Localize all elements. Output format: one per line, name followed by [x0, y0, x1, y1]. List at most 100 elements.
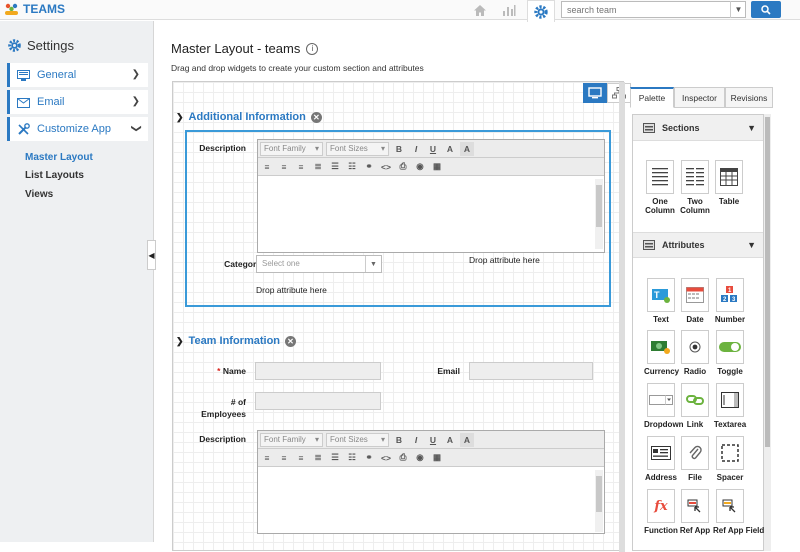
underline-icon[interactable]: U	[426, 433, 440, 447]
highlight-color-icon[interactable]: A	[460, 141, 474, 156]
info-icon[interactable]: i	[306, 42, 319, 55]
widget-textarea[interactable]: Textarea	[713, 383, 747, 429]
font-size-select[interactable]: Font Sizes ▾	[326, 432, 389, 447]
sidebar-subitem-views[interactable]: Views	[25, 189, 53, 200]
print-icon[interactable]: ⎙	[396, 160, 410, 174]
font-family-select[interactable]: Font Family ▾	[260, 141, 323, 156]
employees-input[interactable]	[255, 392, 381, 410]
widget-date[interactable]: Date	[678, 278, 712, 324]
preview-icon[interactable]: ◉	[413, 160, 427, 174]
widget-label: Toggle	[717, 367, 743, 376]
numbered-list-icon[interactable]: ☷	[345, 160, 359, 174]
widget-table[interactable]: Table	[712, 160, 746, 206]
code-icon[interactable]: <>	[379, 160, 393, 174]
name-input[interactable]	[255, 362, 381, 380]
sections-header[interactable]: Sections ▼	[633, 115, 763, 141]
widget-link[interactable]: Link	[678, 383, 712, 429]
widget-two-column[interactable]: Two Column	[678, 160, 712, 215]
underline-icon[interactable]: U	[426, 142, 440, 156]
svg-text:T: T	[654, 290, 660, 300]
align-left-icon[interactable]: ≡	[260, 160, 274, 174]
code-icon[interactable]: <>	[379, 451, 393, 465]
sidebar-item-general[interactable]: General ❯	[7, 63, 148, 87]
bold-icon[interactable]: B	[392, 433, 406, 447]
font-color-icon[interactable]: A	[443, 142, 457, 156]
numbered-list-icon[interactable]: ☷	[345, 451, 359, 465]
italic-icon[interactable]: I	[409, 142, 423, 156]
search-dropdown-chevron-icon[interactable]: ▼	[730, 1, 746, 18]
align-left-icon[interactable]: ≡	[260, 451, 274, 465]
align-right-icon[interactable]: ≡	[294, 451, 308, 465]
description-rich-text-editor[interactable]: Font Family ▾ Font Sizes ▾ B I U A A ≡ ≡ ≡…	[257, 139, 605, 253]
main-content: Master Layout - teams i Drag and drop wi…	[155, 21, 800, 552]
editor-body[interactable]	[258, 177, 604, 253]
editor-body[interactable]	[258, 468, 604, 534]
italic-icon[interactable]: I	[409, 433, 423, 447]
attributes-header[interactable]: Attributes ▼	[633, 232, 763, 258]
editor-scroll-thumb[interactable]	[596, 185, 602, 227]
table-icon[interactable]: ▦	[430, 160, 444, 174]
link-icon[interactable]: ⚭	[362, 160, 376, 174]
layout-canvas[interactable]: ❯ Additional Information ✕ Description F…	[172, 81, 631, 552]
font-color-icon[interactable]: A	[443, 433, 457, 447]
bold-icon[interactable]: B	[392, 142, 406, 156]
section-header-team-info[interactable]: ❯ Team Information ✕	[176, 335, 297, 347]
settings-tab[interactable]	[527, 0, 555, 22]
remove-section-icon[interactable]: ✕	[285, 335, 297, 347]
align-center-icon[interactable]: ≡	[277, 160, 291, 174]
search-button[interactable]	[751, 1, 781, 18]
chevron-down-icon: ▼	[747, 240, 756, 250]
highlight-color-icon[interactable]: A	[460, 432, 474, 447]
section-header-additional-info[interactable]: ❯ Additional Information ✕	[176, 111, 322, 123]
justify-icon[interactable]: ≣	[311, 451, 325, 465]
sidebar-item-email[interactable]: Email ❯	[7, 90, 148, 114]
description-rich-text-editor[interactable]: Font Family ▾ Font Sizes ▾ B I U A A ≡ ≡ ≡…	[257, 430, 605, 534]
print-icon[interactable]: ⎙	[396, 451, 410, 465]
widget-spacer[interactable]: Spacer	[713, 436, 747, 482]
table-icon[interactable]: ▦	[430, 451, 444, 465]
bullet-list-icon[interactable]: ☰	[328, 160, 342, 174]
tab-palette[interactable]: Palette	[630, 87, 674, 108]
drop-zone[interactable]: Drop attribute here	[256, 285, 327, 295]
chevron-right-icon: ❯	[131, 96, 140, 107]
search-input[interactable]	[561, 1, 746, 18]
font-size-select[interactable]: Font Sizes ▾	[326, 141, 389, 156]
link-icon[interactable]: ⚭	[362, 451, 376, 465]
tab-revisions[interactable]: Revisions	[725, 87, 773, 108]
widget-function[interactable]: fx Function	[644, 489, 678, 535]
widget-one-column[interactable]: One Column	[643, 160, 677, 215]
reports-icon[interactable]	[499, 1, 519, 19]
widget-number[interactable]: 123 Number	[713, 278, 747, 324]
tab-inspector[interactable]: Inspector	[674, 87, 725, 108]
bullet-list-icon[interactable]: ☰	[328, 451, 342, 465]
widget-text[interactable]: T Text	[644, 278, 678, 324]
align-right-icon[interactable]: ≡	[294, 160, 308, 174]
home-icon[interactable]	[470, 1, 490, 19]
desktop-view-button[interactable]	[583, 83, 607, 103]
palette-scroll-thumb[interactable]	[765, 117, 770, 447]
sidebar-item-label: General	[37, 69, 77, 81]
email-input[interactable]	[469, 362, 593, 380]
sidebar-subitem-master-layout[interactable]: Master Layout	[25, 152, 93, 163]
drop-zone[interactable]: Drop attribute here	[469, 255, 540, 265]
widget-ref-app-field[interactable]: Ref App Field	[713, 489, 764, 535]
remove-section-icon[interactable]: ✕	[310, 111, 322, 123]
justify-icon[interactable]: ≣	[311, 160, 325, 174]
widget-toggle[interactable]: Toggle	[713, 330, 747, 376]
font-family-select[interactable]: Font Family ▾	[260, 432, 323, 447]
editor-scroll-thumb[interactable]	[596, 476, 602, 512]
preview-icon[interactable]: ◉	[413, 451, 427, 465]
widget-dropdown[interactable]: Dropdown	[644, 383, 684, 429]
canvas-scrollbar[interactable]	[619, 82, 625, 552]
widget-file[interactable]: File	[678, 436, 712, 482]
sidebar-subitem-list-layouts[interactable]: List Layouts	[25, 170, 84, 181]
sidebar-item-customize-app[interactable]: Customize App ❯	[7, 117, 148, 141]
widget-address[interactable]: Address	[644, 436, 678, 482]
widget-radio[interactable]: Radio	[678, 330, 712, 376]
category-select[interactable]: Select one ▼	[256, 255, 382, 273]
widget-ref-app[interactable]: Ref App	[678, 489, 712, 535]
widget-currency[interactable]: Currency	[644, 330, 679, 376]
widget-label: Two	[687, 197, 703, 206]
app-logo[interactable]: TEAMS	[4, 2, 65, 16]
align-center-icon[interactable]: ≡	[277, 451, 291, 465]
